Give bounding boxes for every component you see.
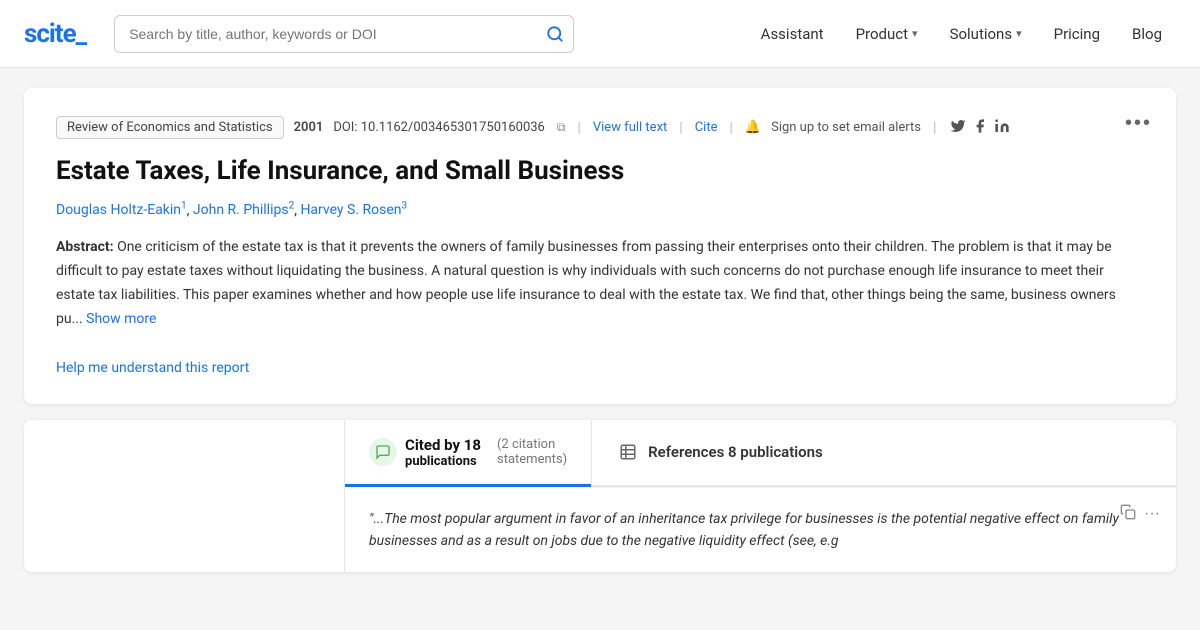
nav-product[interactable]: Product ▾ [842,17,932,51]
search-bar [114,15,574,53]
quote-more-button[interactable]: ··· [1144,505,1160,523]
navbar: scite_ Assistant Product ▾ Solutions ▾ P… [0,0,1200,68]
nav-pricing[interactable]: Pricing [1040,17,1114,51]
references-label: References 8 publications [648,443,823,461]
cited-by-sub: publications [405,454,481,469]
journal-line: Review of Economics and Statistics 2001 … [56,116,1144,139]
citations-section: Cited by 18 publications (2 citation sta… [24,420,1176,573]
bell-icon: 🔔 [745,120,761,135]
show-more-link[interactable]: Show more [86,311,156,327]
author-2[interactable]: John R. Phillips2 [193,202,294,218]
nav-solutions[interactable]: Solutions ▾ [936,17,1036,51]
cited-by-icon [369,438,397,466]
nav-assistant[interactable]: Assistant [747,17,838,51]
authors: Douglas Holtz-Eakin1, John R. Phillips2,… [56,201,1144,219]
abstract: Abstract: One criticism of the estate ta… [56,236,1144,331]
twitter-icon[interactable] [950,118,966,138]
help-link[interactable]: Help me understand this report [56,360,249,376]
social-icons [950,118,1010,138]
nav-links: Assistant Product ▾ Solutions ▾ Pricing … [747,17,1176,51]
paper-title: Estate Taxes, Life Insurance, and Small … [56,155,1144,189]
year: 2001 [294,120,324,135]
cited-by-count: Cited by 18 [405,436,481,454]
author-3[interactable]: Harvey S. Rosen3 [300,202,407,218]
tabs-header: Cited by 18 publications (2 citation sta… [345,420,1176,487]
more-options-button[interactable]: ••• [1125,112,1152,135]
left-panel [24,420,344,573]
nav-blog[interactable]: Blog [1118,17,1176,51]
tabs-panel: Cited by 18 publications (2 citation sta… [344,420,1176,573]
references-icon [616,440,640,464]
doi-copy-icon[interactable]: ⧉ [557,120,566,135]
main-content: ••• Review of Economics and Statistics 2… [0,68,1200,592]
paper-card: ••• Review of Economics and Statistics 2… [24,88,1176,404]
logo-text: scite_ [24,19,86,49]
doi-label: DOI: 10.1162/003465301750160036 [333,120,545,135]
journal-badge: Review of Economics and Statistics [56,116,284,139]
author-1[interactable]: Douglas Holtz-Eakin1 [56,202,187,218]
search-button[interactable] [546,25,564,43]
quote-text: "...The most popular argument in favor o… [369,508,1152,553]
linkedin-icon[interactable] [994,118,1010,138]
cite-link[interactable]: Cite [695,120,718,135]
quote-card: "...The most popular argument in favor o… [345,487,1176,573]
tab-references[interactable]: References 8 publications [591,420,847,485]
product-chevron-icon: ▾ [912,27,918,40]
tab-cited-by[interactable]: Cited by 18 publications (2 citation sta… [345,420,591,485]
alert-text[interactable]: Sign up to set email alerts [771,120,921,135]
facebook-icon[interactable] [972,118,988,138]
logo[interactable]: scite_ [24,19,86,49]
quote-copy-button[interactable] [1120,504,1136,525]
search-input[interactable] [114,15,574,53]
view-full-text-link[interactable]: View full text [593,120,667,135]
quote-actions: ··· [1120,504,1160,525]
solutions-chevron-icon: ▾ [1016,27,1022,40]
